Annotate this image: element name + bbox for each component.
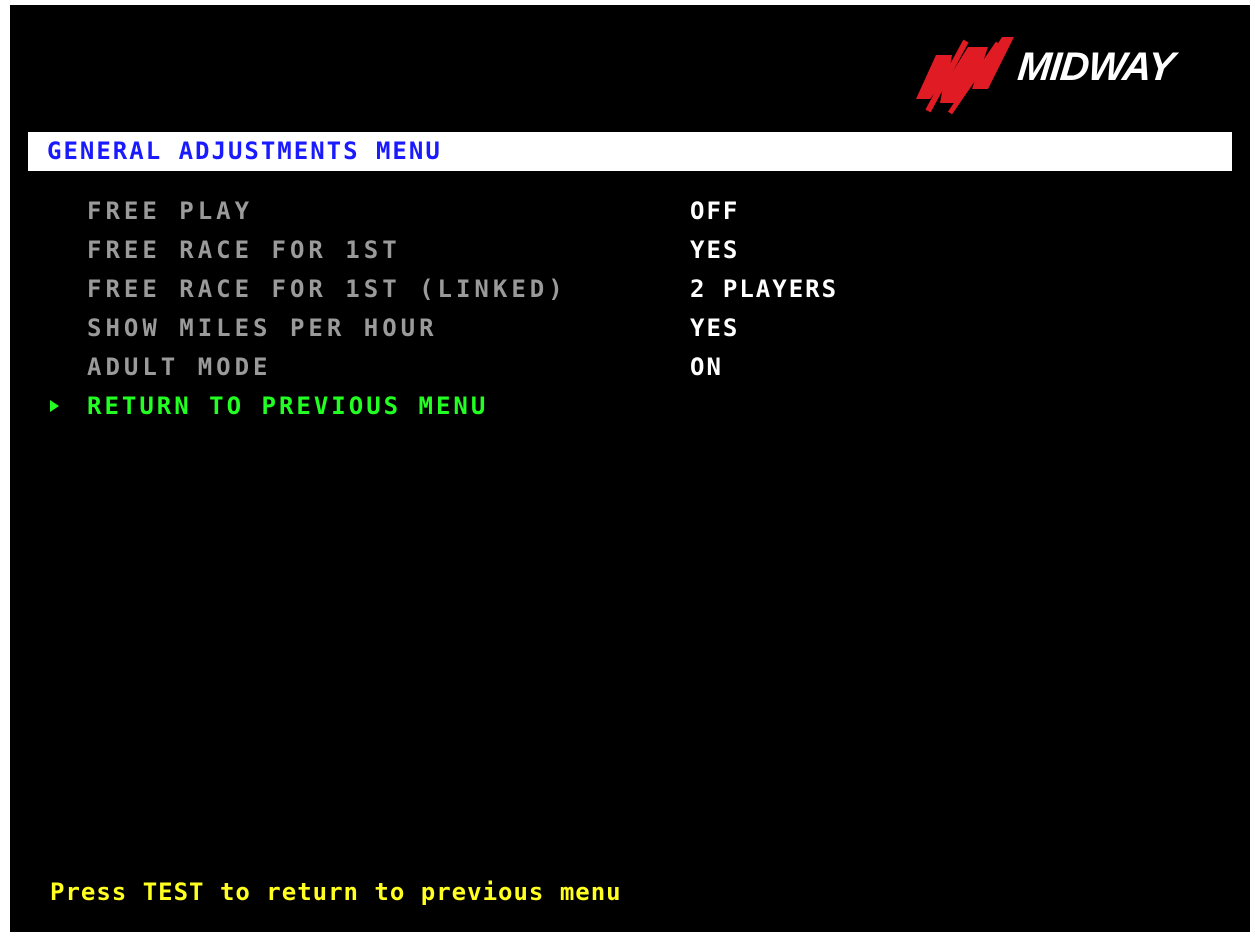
menu-item-value: YES xyxy=(690,314,740,342)
service-menu-screen: MIDWAY GENERAL ADJUSTMENTS MENU FREE PLA… xyxy=(10,5,1250,932)
menu-item-value: ON xyxy=(690,353,723,381)
menu-item-label: FREE PLAY xyxy=(87,197,254,225)
logo-wordmark: MIDWAY xyxy=(1015,45,1176,89)
menu-item-label: SHOW MILES PER HOUR xyxy=(87,314,438,342)
menu-item-value: YES xyxy=(690,236,740,264)
selection-arrow-icon xyxy=(50,400,59,412)
menu-item-value: 2 PLAYERS xyxy=(690,275,839,303)
menu-item-label: ADULT MODE xyxy=(87,353,272,381)
menu-item-label: FREE RACE FOR 1ST xyxy=(87,236,401,264)
menu-item-value: OFF xyxy=(690,197,740,225)
menu-item-adult-mode[interactable]: ADULT MODE ON xyxy=(10,347,1250,386)
menu-title: GENERAL ADJUSTMENTS MENU xyxy=(47,137,442,165)
menu-item-free-race-1st-linked[interactable]: FREE RACE FOR 1ST (LINKED) 2 PLAYERS xyxy=(10,269,1250,308)
menu-item-label: FREE RACE FOR 1ST (LINKED) xyxy=(87,275,567,303)
menu-item-return[interactable]: RETURN TO PREVIOUS MENU xyxy=(10,386,1250,425)
menu-item-free-play[interactable]: FREE PLAY OFF xyxy=(10,191,1250,230)
midway-logo: MIDWAY xyxy=(910,33,1222,117)
menu-item-show-mph[interactable]: SHOW MILES PER HOUR YES xyxy=(10,308,1250,347)
menu-header-bar: GENERAL ADJUSTMENTS MENU xyxy=(28,132,1232,171)
menu-item-free-race-1st[interactable]: FREE RACE FOR 1ST YES xyxy=(10,230,1250,269)
midway-m-icon xyxy=(916,37,1014,115)
menu-item-label: RETURN TO PREVIOUS MENU xyxy=(87,392,489,420)
footer-hint: Press TEST to return to previous menu xyxy=(50,878,622,906)
